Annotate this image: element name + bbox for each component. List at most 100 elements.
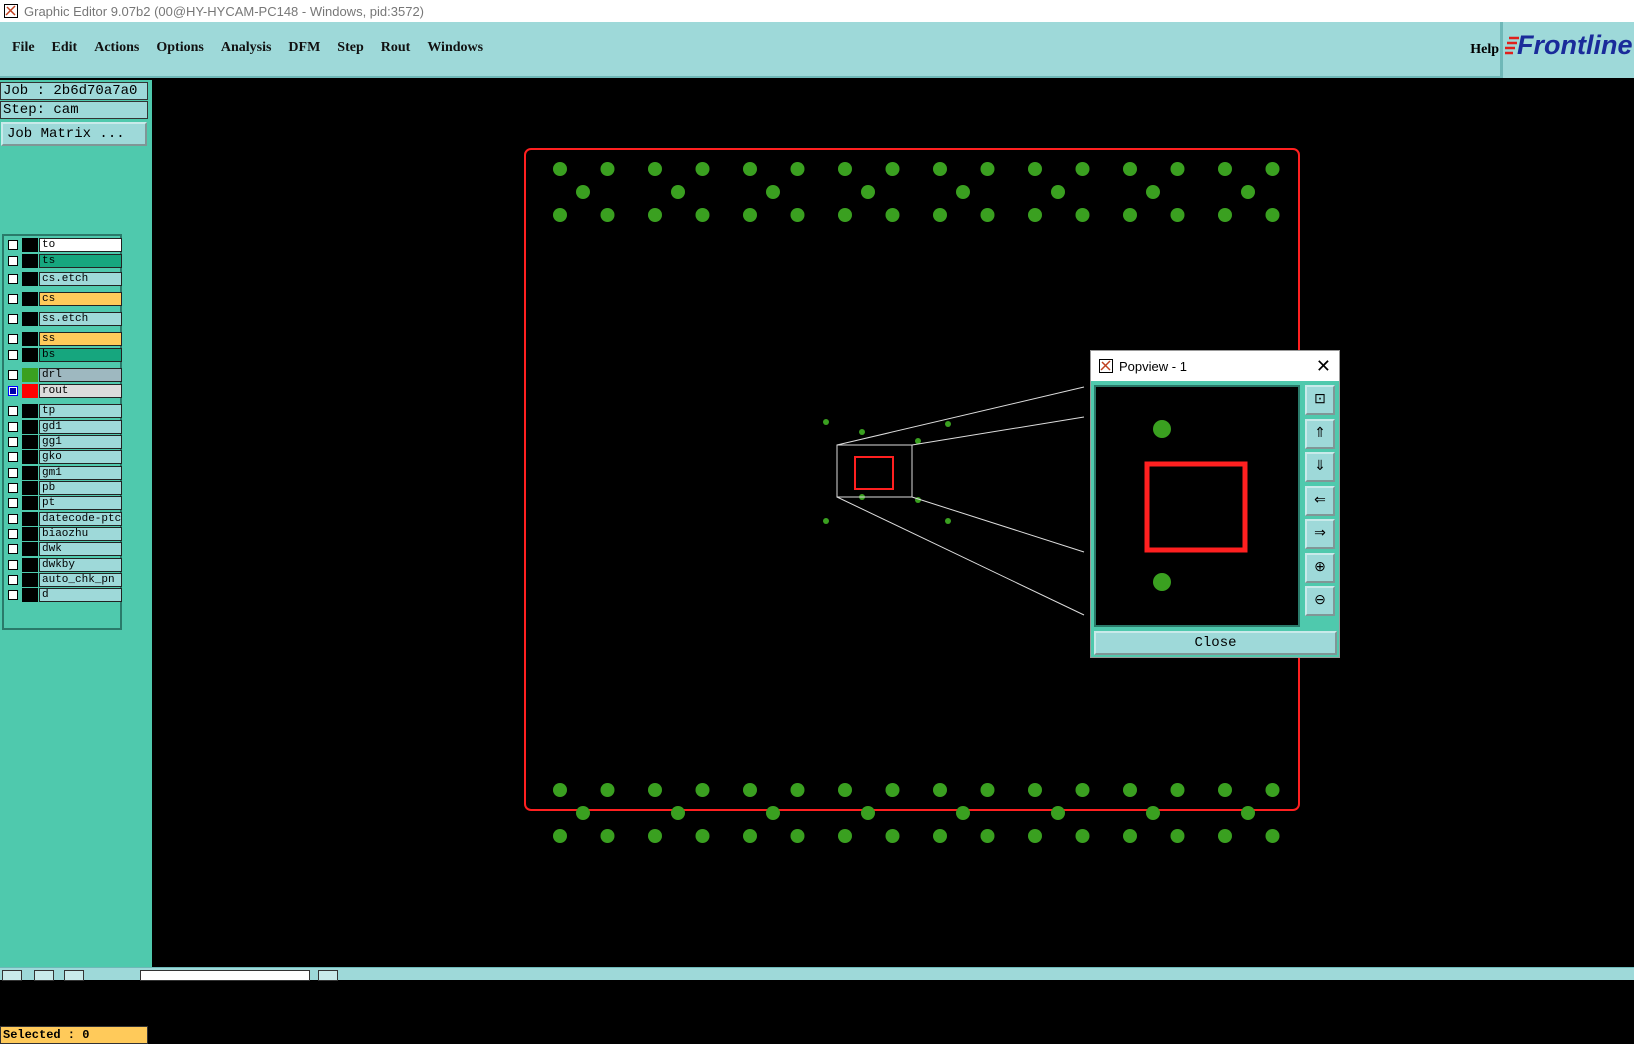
pan-left-icon[interactable]: ⇐ bbox=[1305, 485, 1335, 516]
layer-row-auto_chk_pn[interactable]: auto_chk_pn bbox=[4, 573, 122, 587]
layer-color-swatch[interactable] bbox=[22, 496, 38, 510]
command-field[interactable] bbox=[140, 970, 310, 981]
layer-checkbox[interactable] bbox=[8, 422, 18, 432]
layer-name[interactable]: pb bbox=[39, 481, 122, 495]
layer-name[interactable]: pt bbox=[39, 496, 122, 510]
layer-checkbox[interactable] bbox=[8, 468, 18, 478]
layer-name[interactable]: gko bbox=[39, 450, 122, 464]
layer-name[interactable]: gg1 bbox=[39, 435, 122, 449]
close-button[interactable]: Close bbox=[1094, 631, 1337, 655]
layer-name[interactable]: dwkby bbox=[39, 558, 122, 572]
layer-row-rout[interactable]: rout bbox=[4, 384, 122, 398]
layer-checkbox[interactable] bbox=[8, 314, 18, 324]
bottom-button-2[interactable] bbox=[34, 970, 54, 981]
layer-color-swatch[interactable] bbox=[22, 384, 38, 398]
graphic-canvas[interactable] bbox=[152, 80, 1634, 967]
close-icon[interactable]: ✕ bbox=[1316, 356, 1331, 377]
layer-row-pt[interactable]: pt bbox=[4, 496, 122, 510]
layer-color-swatch[interactable] bbox=[22, 312, 38, 326]
layer-row-gd1[interactable]: gd1 bbox=[4, 420, 122, 434]
layer-row-cs.etch[interactable]: cs.etch bbox=[4, 272, 122, 286]
layer-name[interactable]: bs bbox=[39, 348, 122, 362]
menu-actions[interactable]: Actions bbox=[94, 40, 139, 56]
menu-rout[interactable]: Rout bbox=[381, 40, 411, 56]
layer-color-swatch[interactable] bbox=[22, 512, 38, 526]
menu-windows[interactable]: Windows bbox=[427, 40, 483, 56]
layer-name[interactable]: d bbox=[39, 588, 122, 602]
layer-name[interactable]: ss.etch bbox=[39, 312, 122, 326]
layer-name[interactable]: ss bbox=[39, 332, 122, 346]
layer-row-tp[interactable]: tp bbox=[4, 404, 122, 418]
layer-color-swatch[interactable] bbox=[22, 435, 38, 449]
layer-checkbox[interactable] bbox=[8, 350, 18, 360]
layer-checkbox[interactable] bbox=[8, 386, 18, 396]
layer-color-swatch[interactable] bbox=[22, 348, 38, 362]
layer-name[interactable]: datecode-ptc bbox=[39, 512, 122, 526]
layer-color-swatch[interactable] bbox=[22, 527, 38, 541]
popview-viewport[interactable] bbox=[1094, 385, 1300, 627]
layer-row-cs[interactable]: cs bbox=[4, 292, 122, 306]
layer-checkbox[interactable] bbox=[8, 560, 18, 570]
pan-up-icon[interactable]: ⇑ bbox=[1305, 418, 1335, 449]
bottom-button-4[interactable] bbox=[318, 970, 338, 981]
bottom-button-1[interactable] bbox=[2, 970, 22, 981]
layer-color-swatch[interactable] bbox=[22, 481, 38, 495]
layer-name[interactable]: gd1 bbox=[39, 420, 122, 434]
layer-row-pb[interactable]: pb bbox=[4, 481, 122, 495]
layer-color-swatch[interactable] bbox=[22, 466, 38, 480]
layer-name[interactable]: ts bbox=[39, 254, 122, 268]
layer-checkbox[interactable] bbox=[8, 274, 18, 284]
layer-checkbox[interactable] bbox=[8, 294, 18, 304]
layer-name[interactable]: gm1 bbox=[39, 466, 122, 480]
layer-color-swatch[interactable] bbox=[22, 272, 38, 286]
layer-checkbox[interactable] bbox=[8, 483, 18, 493]
layer-checkbox[interactable] bbox=[8, 437, 18, 447]
layer-color-swatch[interactable] bbox=[22, 254, 38, 268]
help-menu[interactable]: Help bbox=[1470, 42, 1499, 58]
layer-row-ss[interactable]: ss bbox=[4, 332, 122, 346]
layer-checkbox[interactable] bbox=[8, 590, 18, 600]
pan-down-icon[interactable]: ⇓ bbox=[1305, 452, 1335, 482]
menu-analysis[interactable]: Analysis bbox=[221, 40, 272, 56]
layer-row-dwkby[interactable]: dwkby bbox=[4, 558, 122, 572]
layer-row-drl[interactable]: drl bbox=[4, 368, 122, 382]
layer-checkbox[interactable] bbox=[8, 370, 18, 380]
layer-row-gko[interactable]: gko bbox=[4, 450, 122, 464]
job-matrix-button[interactable]: Job Matrix ... bbox=[1, 122, 147, 146]
layer-color-swatch[interactable] bbox=[22, 450, 38, 464]
layer-checkbox[interactable] bbox=[8, 452, 18, 462]
layer-row-gm1[interactable]: gm1 bbox=[4, 466, 122, 480]
layer-name[interactable]: cs.etch bbox=[39, 272, 122, 286]
layer-row-dwk[interactable]: dwk bbox=[4, 542, 122, 556]
zoom-in-icon[interactable]: ⊕ bbox=[1305, 552, 1335, 583]
menu-dfm[interactable]: DFM bbox=[288, 40, 320, 56]
layer-color-swatch[interactable] bbox=[22, 292, 38, 306]
layer-checkbox[interactable] bbox=[8, 514, 18, 524]
bottom-button-3[interactable] bbox=[64, 970, 84, 981]
layer-color-swatch[interactable] bbox=[22, 332, 38, 346]
layer-row-ss.etch[interactable]: ss.etch bbox=[4, 312, 122, 326]
layer-row-bs[interactable]: bs bbox=[4, 348, 122, 362]
layer-checkbox[interactable] bbox=[8, 575, 18, 585]
layer-color-swatch[interactable] bbox=[22, 368, 38, 382]
pan-right-icon[interactable]: ⇒ bbox=[1305, 519, 1335, 549]
layer-name[interactable]: rout bbox=[39, 384, 122, 398]
layer-name[interactable]: cs bbox=[39, 292, 122, 306]
zoom-out-icon[interactable]: ⊖ bbox=[1305, 586, 1335, 616]
layer-checkbox[interactable] bbox=[8, 529, 18, 539]
layer-name[interactable]: tp bbox=[39, 404, 122, 418]
layer-name[interactable]: auto_chk_pn bbox=[39, 573, 122, 587]
menu-options[interactable]: Options bbox=[156, 40, 203, 56]
layer-checkbox[interactable] bbox=[8, 498, 18, 508]
layer-color-swatch[interactable] bbox=[22, 573, 38, 587]
layer-color-swatch[interactable] bbox=[22, 588, 38, 602]
layer-checkbox[interactable] bbox=[8, 334, 18, 344]
layer-checkbox[interactable] bbox=[8, 406, 18, 416]
zoom-fit-icon[interactable]: ⊡ bbox=[1305, 385, 1335, 415]
layer-name[interactable]: dwk bbox=[39, 542, 122, 556]
layer-checkbox[interactable] bbox=[8, 544, 18, 554]
layer-row-datecode-ptc[interactable]: datecode-ptc bbox=[4, 512, 122, 526]
layer-row-to[interactable]: to bbox=[4, 238, 122, 252]
layer-color-swatch[interactable] bbox=[22, 420, 38, 434]
layer-color-swatch[interactable] bbox=[22, 542, 38, 556]
